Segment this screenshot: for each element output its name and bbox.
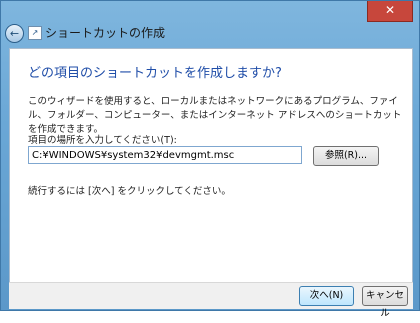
dialog-window: ✕ ← ↗ ショートカットの作成 どの項目のショートカットを作成しますか? この… [0,0,420,319]
back-button[interactable]: ← [5,24,24,43]
browse-button[interactable]: 参照(R)... [313,146,379,166]
location-label: 項目の場所を入力してください(T): [28,135,177,146]
location-input[interactable]: C:¥WINDOWS¥system32¥devmgmt.msc [28,146,302,164]
button-bar: 次へ(N) キャンセル [9,282,413,319]
next-button[interactable]: 次へ(N) [299,286,354,306]
wizard-description: このウィザードを使用すると、ローカルまたはネットワークにあるプログラム、ファイル… [28,96,402,135]
window-title: ショートカットの作成 [45,26,166,40]
cancel-button[interactable]: キャンセル [362,286,408,319]
close-icon: ✕ [384,3,396,17]
title-bar[interactable]: ✕ ← ↗ ショートカットの作成 [1,1,419,45]
shortcut-icon: ↗ [28,26,42,40]
next-hint: 続行するには [次へ] をクリックしてください。 [28,186,231,197]
back-arrow-icon: ← [9,27,20,40]
wizard-content: どの項目のショートカットを作成しますか? このウィザードを使用すると、ローカルま… [9,48,413,283]
close-button[interactable]: ✕ [367,1,413,22]
wizard-heading: どの項目のショートカットを作成しますか? [28,66,282,81]
